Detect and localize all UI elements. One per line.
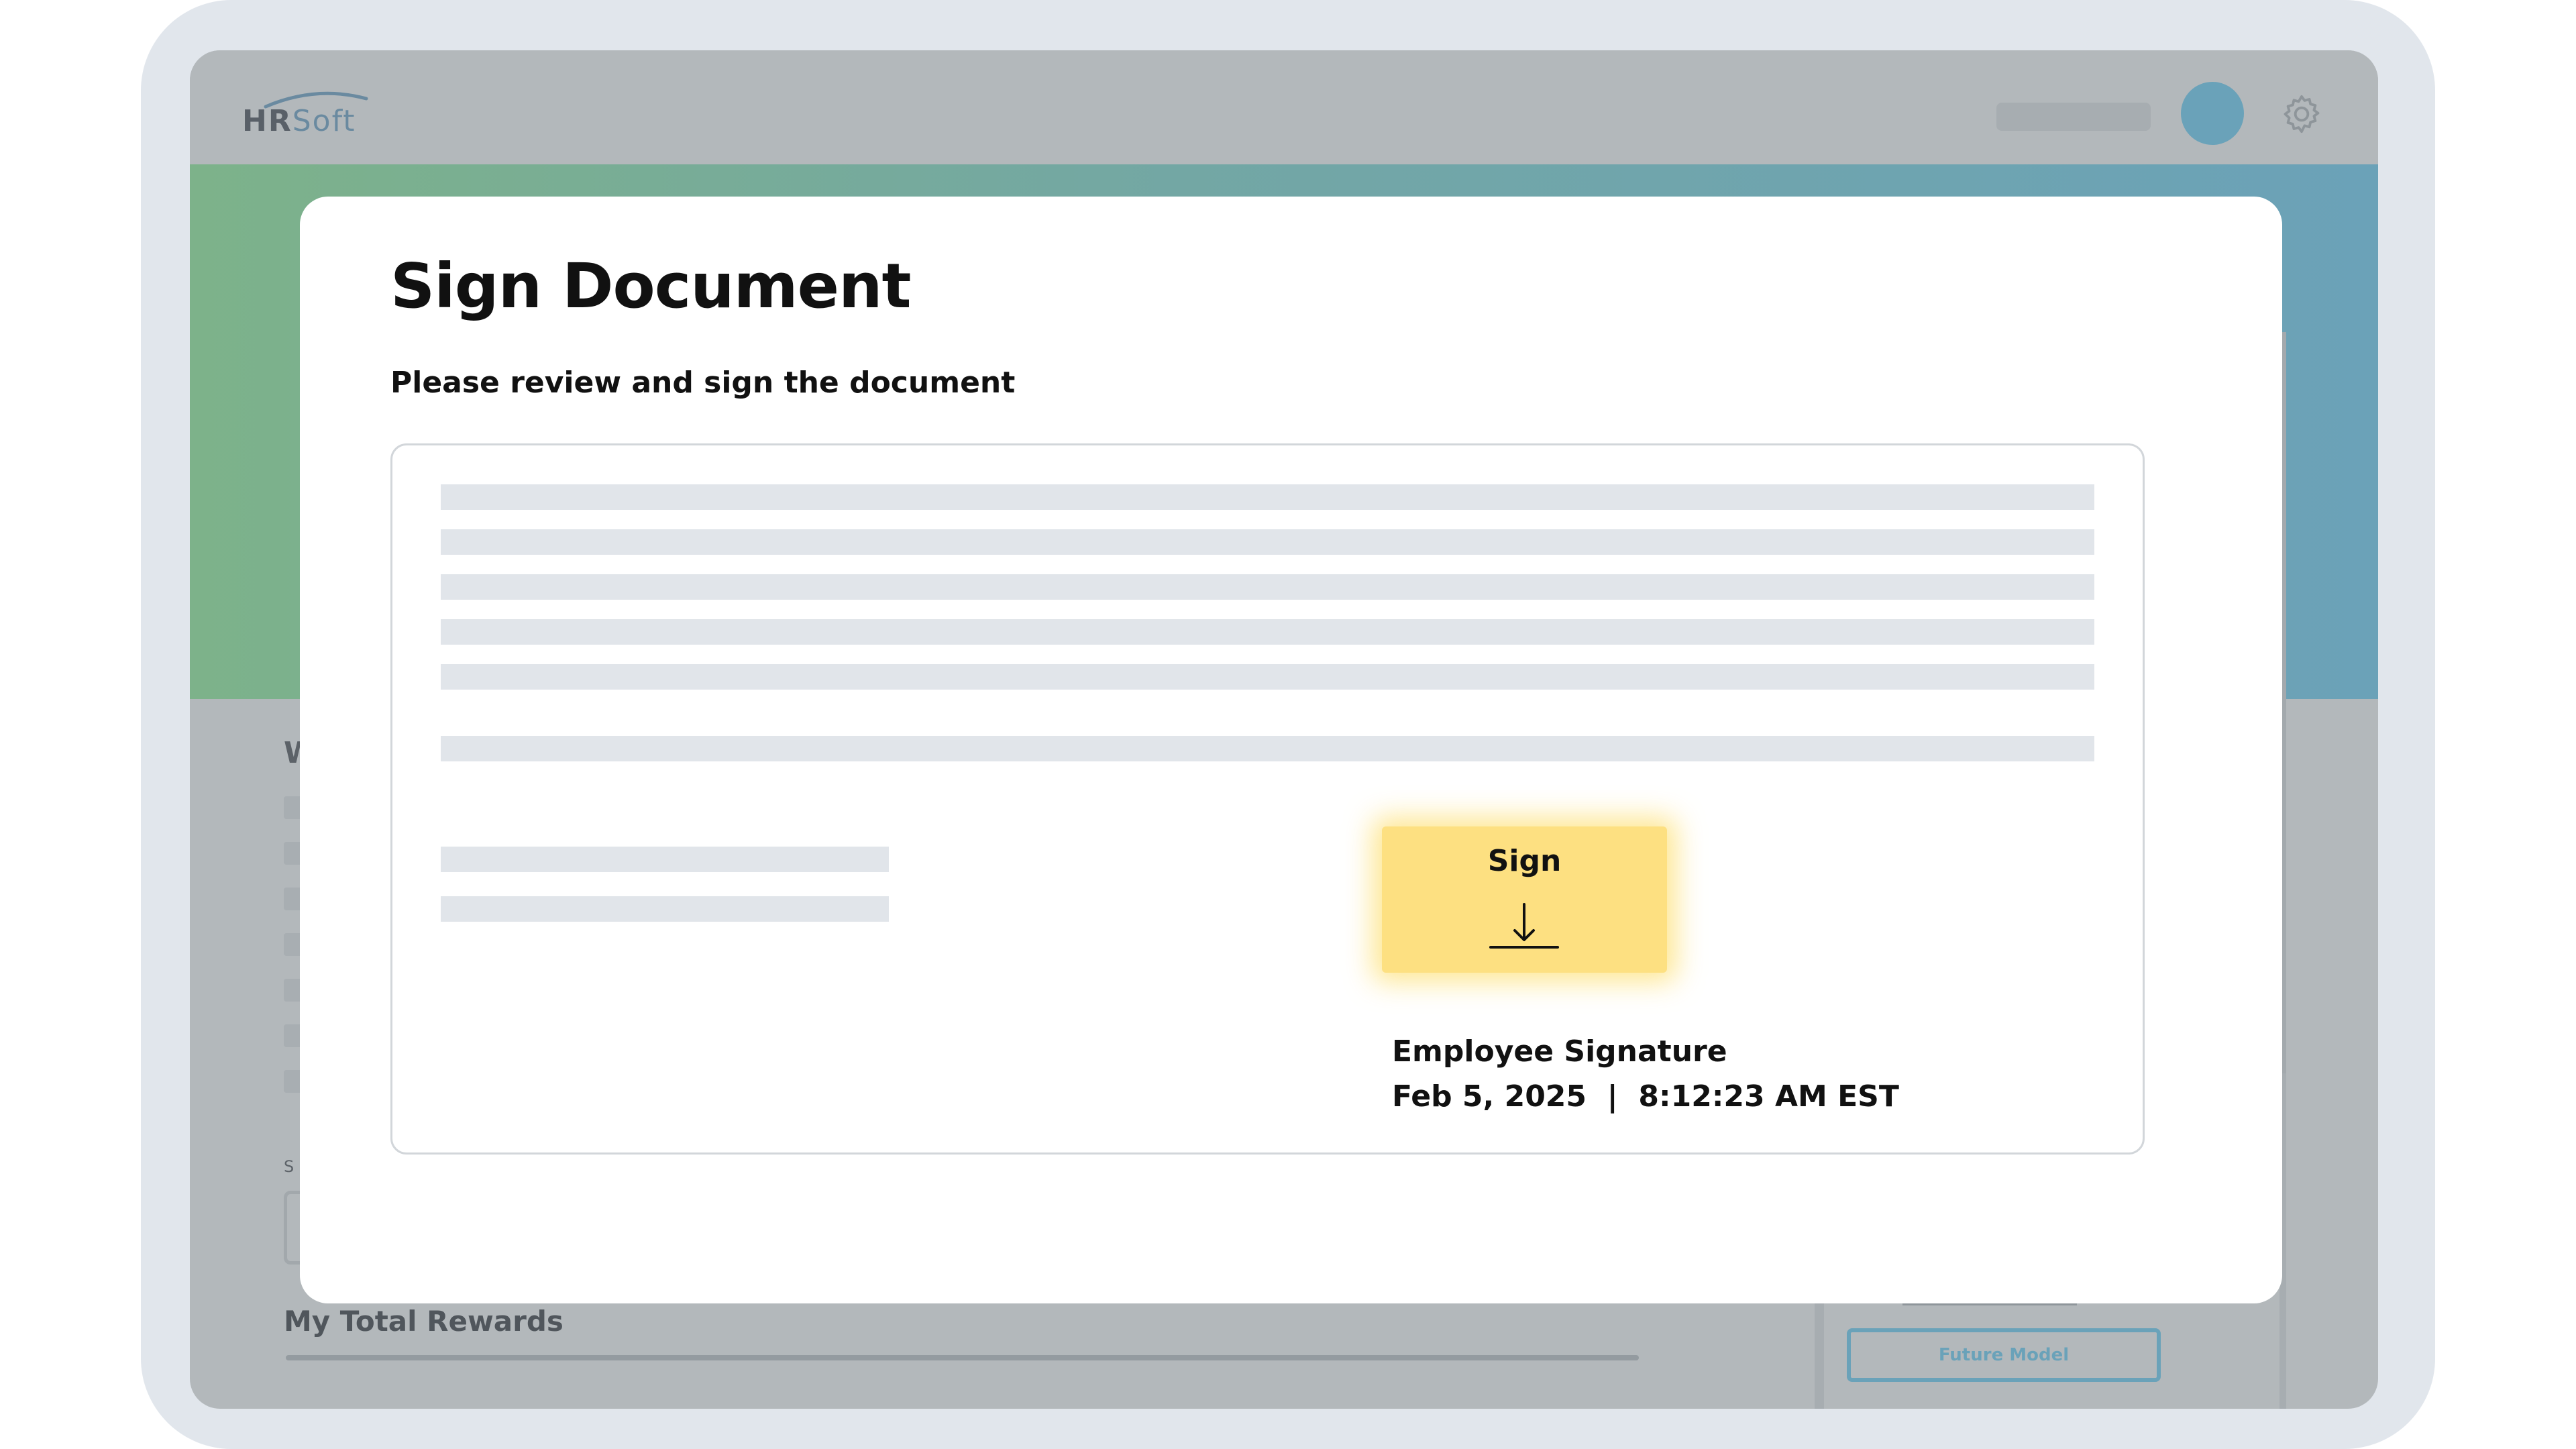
document-text-line <box>441 664 2094 690</box>
hrsoft-logo[interactable]: HRSoft <box>242 84 376 144</box>
document-preview[interactable]: Sign Employee Signature Feb 5, 2025 | 8:… <box>390 443 2145 1155</box>
document-text-line <box>441 484 2094 510</box>
background-field-label: S <box>284 1157 294 1176</box>
document-text-line <box>441 896 889 922</box>
document-text-line <box>441 619 2094 645</box>
sign-document-modal: Sign Document Please review and sign the… <box>300 197 2282 1303</box>
total-rewards-divider <box>286 1355 1639 1360</box>
modal-title: Sign Document <box>390 250 912 322</box>
signature-label: Employee Signature <box>1392 1034 1727 1069</box>
logo-text: HRSoft <box>242 104 356 138</box>
document-text-line <box>441 529 2094 555</box>
total-rewards-heading: My Total Rewards <box>284 1305 564 1338</box>
gear-icon[interactable] <box>2279 92 2324 136</box>
document-text-line <box>441 736 2094 761</box>
modal-subtitle: Please review and sign the document <box>390 366 1016 400</box>
sign-button[interactable]: Sign <box>1382 826 1667 973</box>
logo-hr: HR <box>242 104 292 138</box>
document-text-line <box>441 574 2094 600</box>
top-navigation-bar: HRSoft <box>190 50 2378 164</box>
signature-timestamp: Feb 5, 2025 | 8:12:23 AM EST <box>1392 1079 1899 1114</box>
download-arrow-icon <box>1489 903 1559 949</box>
avatar[interactable] <box>2181 82 2244 145</box>
logo-soft: Soft <box>292 104 356 138</box>
future-model-button: Future Model <box>1847 1328 2161 1382</box>
username-placeholder <box>1996 103 2151 131</box>
sign-button-label: Sign <box>1487 844 1562 878</box>
document-text-line <box>441 847 889 872</box>
